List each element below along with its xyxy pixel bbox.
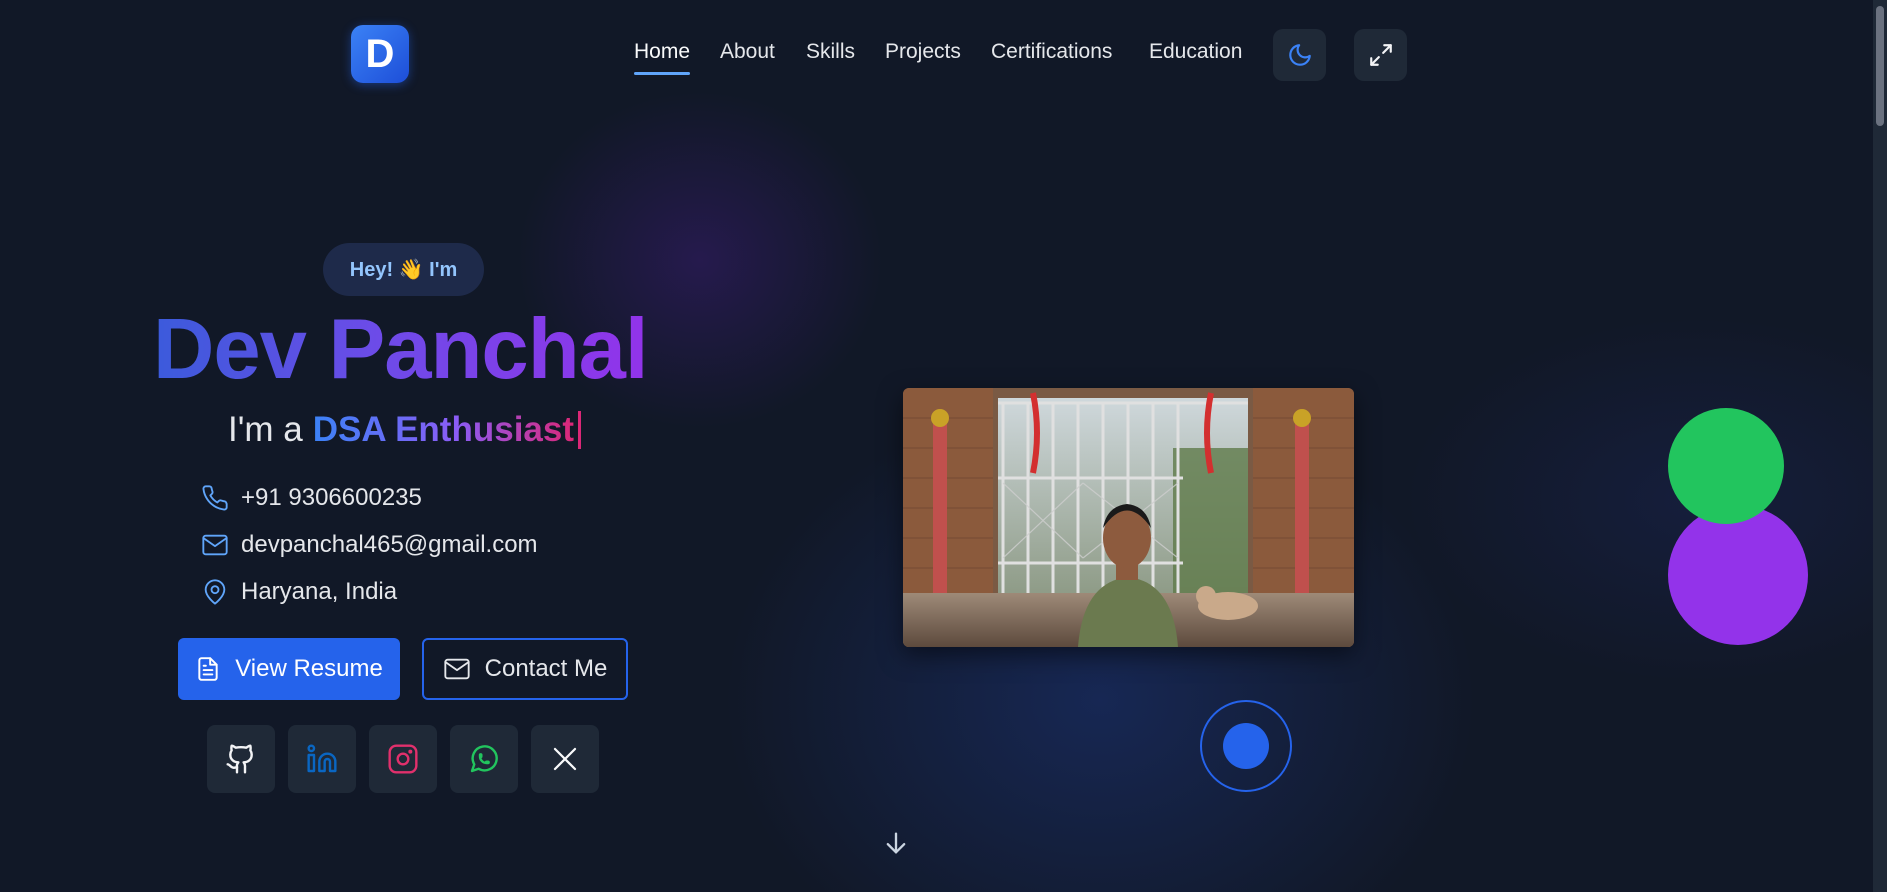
nav-projects-label: Projects (885, 40, 961, 63)
nav-about-label: About (720, 40, 775, 63)
nav-active-underline (634, 72, 691, 75)
whatsapp-link[interactable] (450, 725, 518, 793)
linkedin-link[interactable] (288, 725, 356, 793)
logo-letter: D (365, 31, 395, 76)
contact-phone[interactable]: +91 9306600235 (200, 481, 422, 515)
expand-icon (1369, 44, 1392, 66)
nav-education[interactable]: Education (1149, 40, 1242, 64)
nav-skills-label: Skills (806, 40, 856, 63)
view-resume-label: View Resume (235, 655, 383, 682)
instagram-link[interactable] (369, 725, 437, 793)
mail-icon (200, 530, 230, 560)
contact-location: Haryana, India (200, 575, 397, 609)
phone-text: +91 9306600235 (241, 484, 422, 511)
decorative-green-circle (1668, 408, 1784, 524)
tagline-prefix: I'm a (228, 410, 303, 449)
play-button[interactable] (1200, 700, 1292, 792)
whatsapp-icon (470, 745, 498, 773)
moon-icon (1288, 44, 1311, 66)
location-pin-icon (200, 577, 230, 607)
contact-email[interactable]: devpanchal465@gmail.com (200, 528, 538, 562)
logo[interactable]: D (351, 25, 409, 83)
play-button-dot (1223, 723, 1269, 769)
document-icon (195, 656, 221, 682)
github-link[interactable] (207, 725, 275, 793)
contact-me-label: Contact Me (484, 655, 608, 682)
contact-me-button[interactable]: Contact Me (422, 638, 628, 700)
location-text: Haryana, India (241, 578, 398, 605)
greeting-badge: Hey! 👋 I'm (323, 243, 484, 296)
scroll-down-button[interactable] (881, 828, 911, 858)
hero-name: Dev Panchal (153, 300, 653, 400)
profile-photo-illustration (903, 388, 1354, 647)
instagram-icon (388, 744, 418, 774)
page-scrollbar[interactable] (1873, 0, 1887, 892)
scrollbar-thumb[interactable] (1876, 6, 1884, 126)
nav-projects[interactable]: Projects (885, 40, 961, 64)
theme-toggle-button[interactable] (1273, 29, 1326, 81)
portfolio-page: D Home About Skills Projects Certificati… (0, 0, 1887, 892)
nav-skills[interactable]: Skills (806, 40, 855, 64)
fullscreen-button[interactable] (1354, 29, 1407, 81)
linkedin-icon (307, 744, 337, 773)
nav-certifications[interactable]: Certifications (991, 40, 1112, 64)
phone-icon (200, 483, 230, 513)
typing-cursor (578, 411, 582, 449)
nav-home[interactable]: Home (634, 40, 691, 75)
arrow-down-icon (886, 832, 906, 854)
decorative-purple-circle (1668, 505, 1808, 645)
greeting-text: Hey! 👋 I'm (349, 259, 458, 281)
nav-certifications-label: Certifications (991, 40, 1113, 63)
nav-education-label: Education (1149, 40, 1243, 63)
nav-home-label: Home (634, 40, 691, 63)
mail-icon (443, 655, 471, 683)
x-icon (553, 747, 577, 771)
email-text: devpanchal465@gmail.com (241, 531, 538, 558)
tagline-role: DSA Enthusiast (313, 408, 574, 452)
view-resume-button[interactable]: View Resume (178, 638, 400, 700)
nav-about[interactable]: About (720, 40, 775, 64)
x-twitter-link[interactable] (531, 725, 599, 793)
hero-tagline: I'm a DSA Enthusiast (228, 408, 582, 452)
profile-photo (903, 388, 1354, 647)
github-icon (226, 744, 253, 774)
